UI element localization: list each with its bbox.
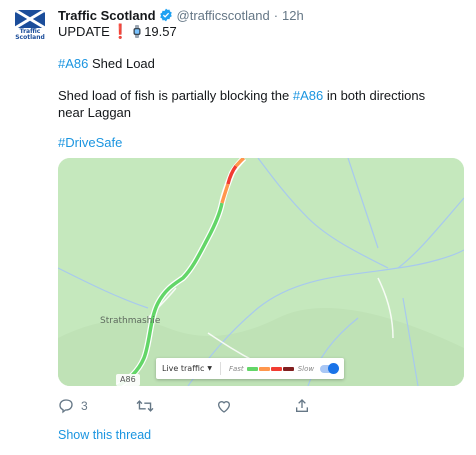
like-button[interactable] [216,398,232,414]
separator-dot: · [273,7,279,23]
update-time: 19.57 [144,24,177,39]
map-image[interactable]: A86 Strathmashie Live traffic ▼ Fast Slo… [58,158,464,386]
retweet-button[interactable] [136,398,154,414]
update-line: UPDATE ❗ 19.57 [58,23,177,40]
legend-color-bar [246,366,295,371]
tweet-title-line: #A86 Shed Load [58,56,155,71]
avatar-logo-text: Traffic Scotland [15,28,45,41]
legend-color-very-slow [282,366,294,371]
drivesafe-text[interactable]: #DriveSafe [58,135,122,150]
traffic-toggle[interactable] [320,362,339,374]
reply-icon [59,399,73,414]
legend-fast-label: Fast [228,364,244,373]
timestamp[interactable]: 12h [282,8,304,23]
handle[interactable]: @trafficscotland [177,8,270,23]
body-prefix: Shed load of fish is partially blocking … [58,88,293,103]
hashtag-a86-body-link[interactable]: #A86 [293,88,323,103]
traffic-legend[interactable]: Live traffic ▼ Fast Slow [156,358,344,379]
display-name[interactable]: Traffic Scotland [58,8,156,23]
retweet-icon [136,400,154,412]
legend-color-medium [258,366,270,371]
show-thread-link[interactable]: Show this thread [58,428,151,442]
heart-icon [217,401,231,413]
tweet-actions: 3 [58,398,358,418]
update-label: UPDATE [58,24,110,39]
reply-count: 3 [81,399,88,413]
tweet-card[interactable]: Traffic Scotland Traffic Scotland @traff… [0,0,476,455]
hashtag-drivesafe-link[interactable]: #DriveSafe [58,135,122,150]
tweet-body: Shed load of fish is partially blocking … [58,87,453,121]
legend-divider [219,362,221,375]
hashtag-a86-link[interactable]: #A86 [58,56,88,71]
legend-slow-label: Slow [297,364,315,373]
live-traffic-dropdown[interactable]: Live traffic ▼ [162,364,212,373]
avatar[interactable]: Traffic Scotland [10,6,50,46]
share-icon [296,399,308,412]
legend-color-slow [270,366,282,371]
chevron-down-icon: ▼ [207,365,212,372]
share-button[interactable] [294,398,310,414]
reply-button[interactable]: 3 [58,398,88,414]
tweet-header: Traffic Scotland @trafficscotland · 12h [58,6,304,24]
verified-badge-icon [159,8,172,22]
exclamation-icon: ❗ [111,23,130,39]
live-traffic-label: Live traffic [162,364,205,373]
place-label-strathmashie: Strathmashie [100,316,161,326]
watch-icon [133,25,141,38]
road-label-text: A86 [120,375,136,384]
title-text: Shed Load [88,56,155,71]
legend-color-fast [246,366,258,371]
traffic-map [58,158,464,386]
